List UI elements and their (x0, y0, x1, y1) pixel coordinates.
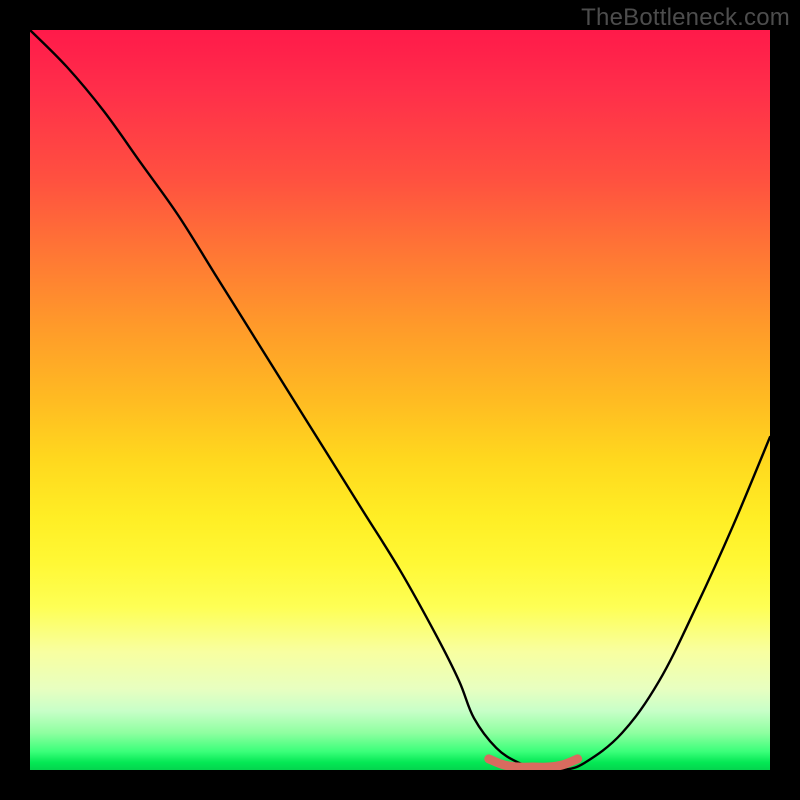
optimal-marker (489, 759, 578, 767)
plot-area (30, 30, 770, 770)
curve-layer (30, 30, 770, 770)
watermark-text: TheBottleneck.com (581, 4, 790, 32)
bottleneck-curve (30, 30, 770, 770)
chart-frame: TheBottleneck.com (0, 0, 800, 800)
